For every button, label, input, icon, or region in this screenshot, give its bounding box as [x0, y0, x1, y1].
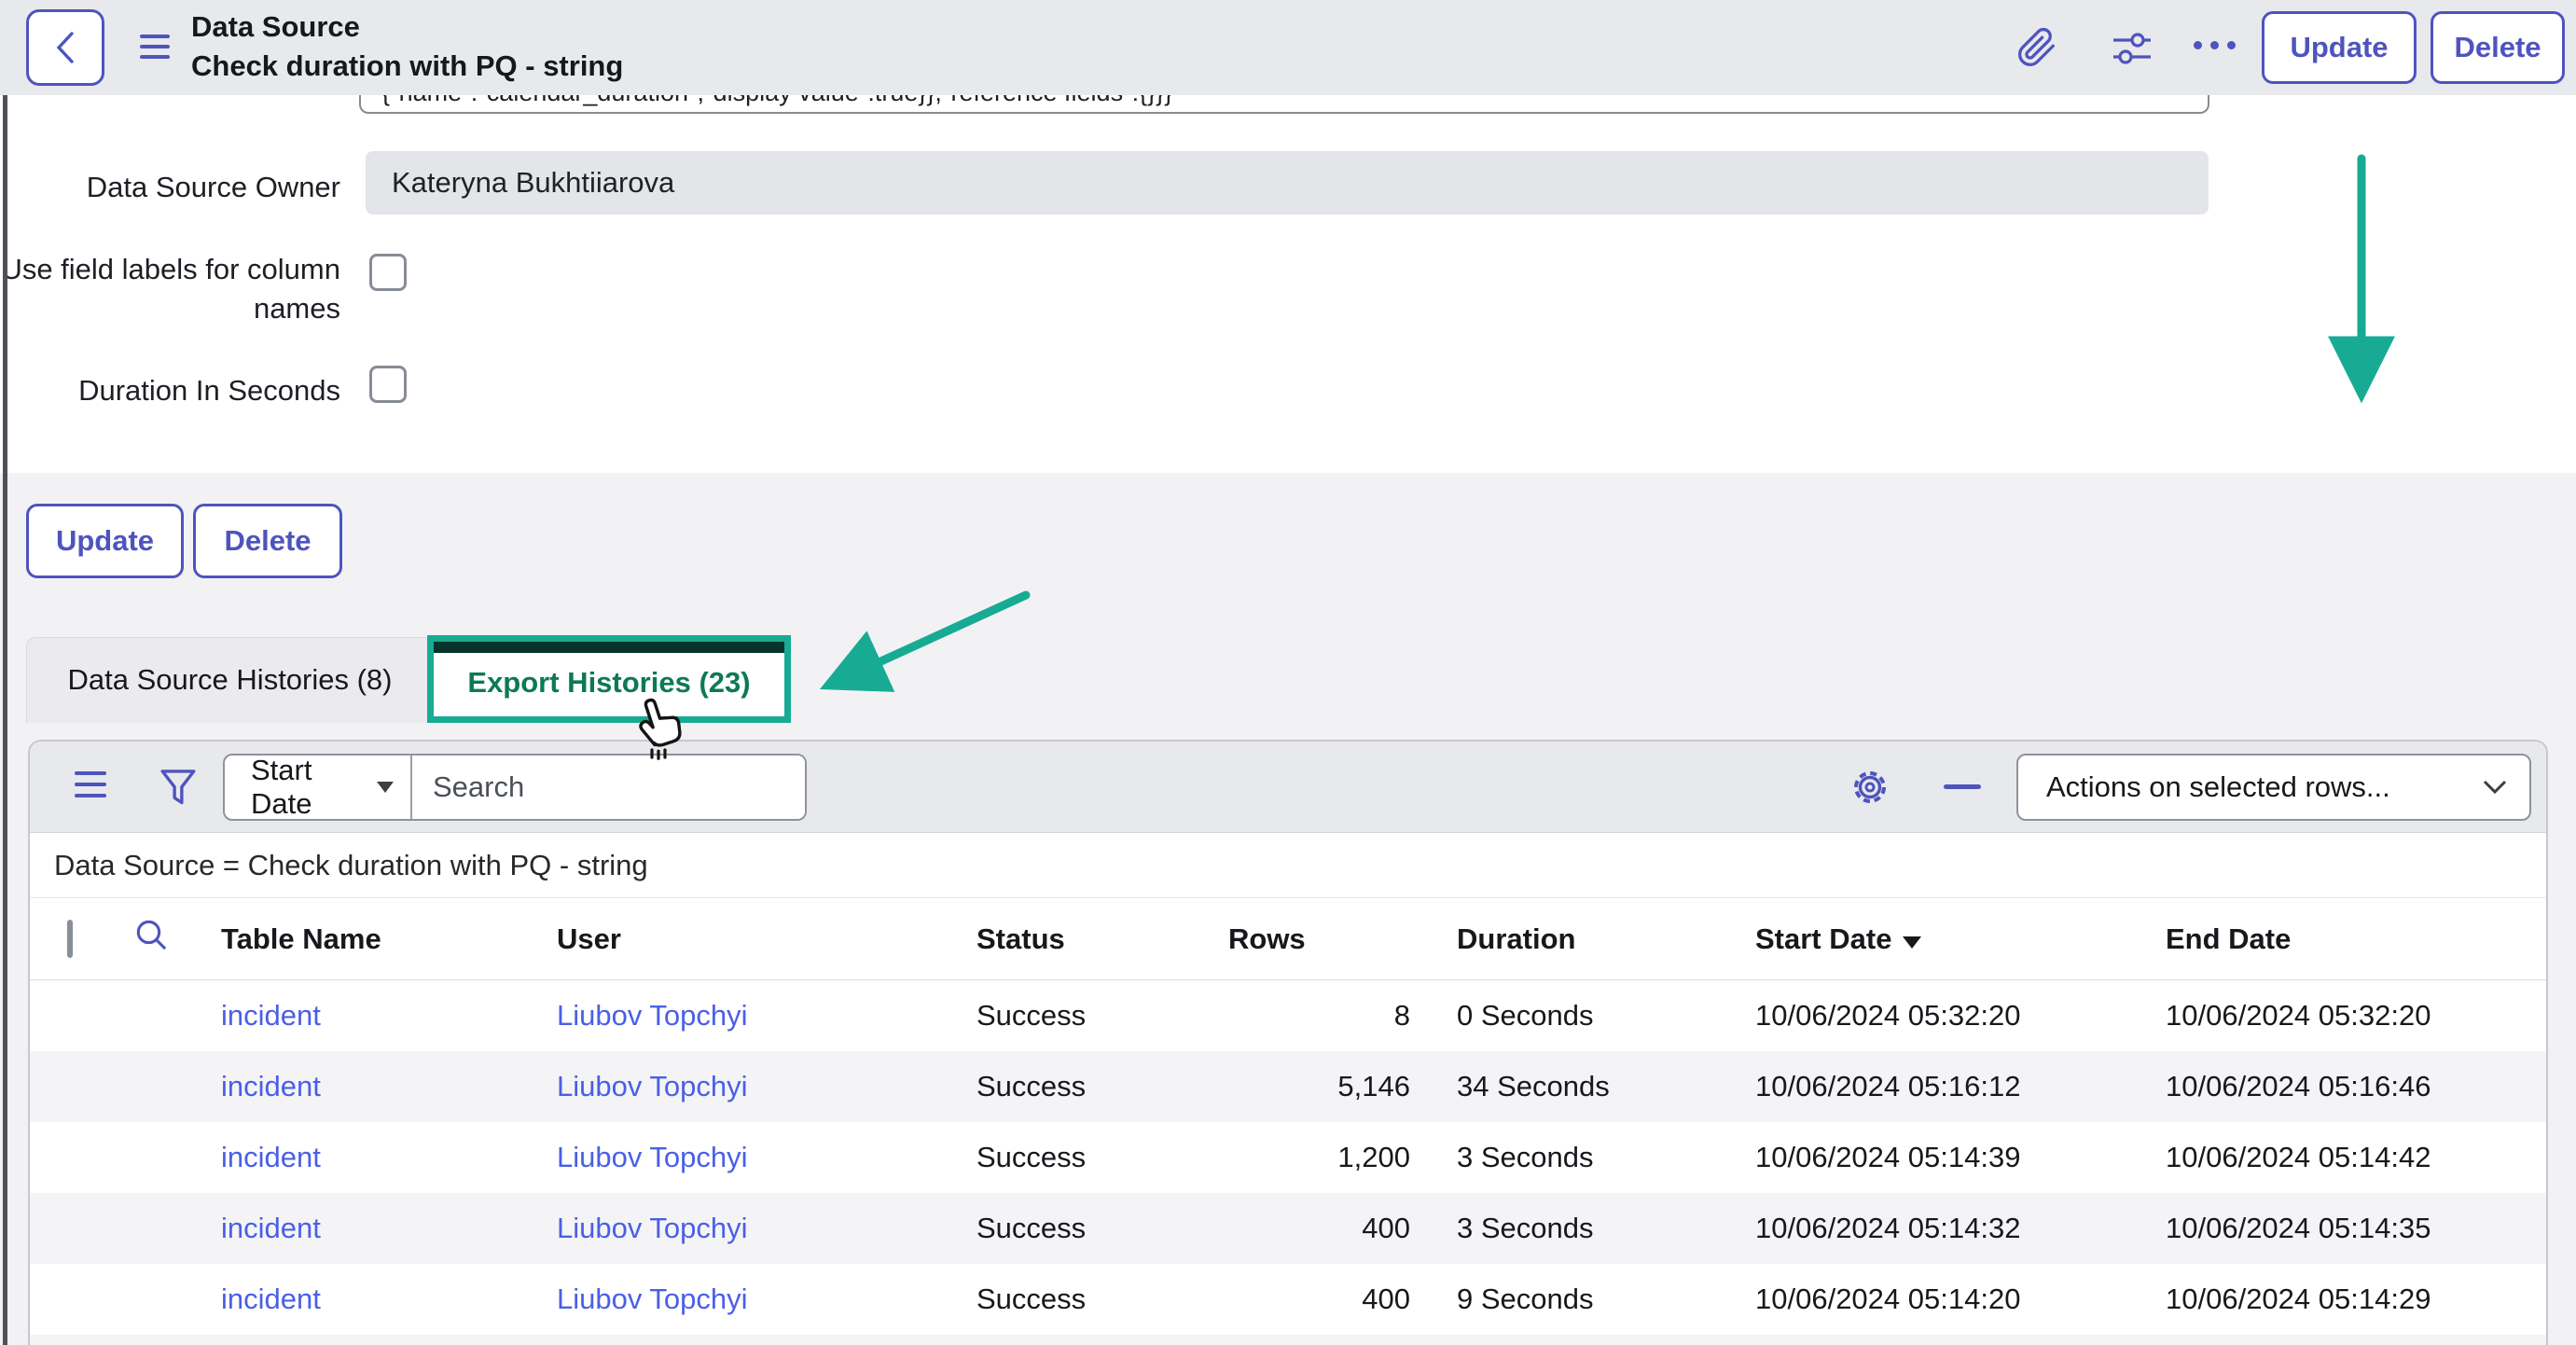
header-delete-button[interactable]: Delete: [2431, 11, 2565, 84]
end-date-cell: 10/06/2024 05:32:20: [2166, 999, 2548, 1033]
start-date-cell: 10/06/2024 05:14:39: [1755, 1141, 2166, 1174]
form-update-button[interactable]: Update: [26, 504, 184, 578]
chevron-left-icon: [49, 28, 81, 67]
list-menu-icon[interactable]: [75, 771, 106, 805]
search-field-value: Start Date: [251, 754, 377, 821]
sliders-icon[interactable]: [2110, 28, 2154, 69]
use-field-labels-label: Use field labels for column names: [0, 250, 340, 328]
script-field-text: {"name":"calendar_duration","display val…: [381, 95, 2208, 107]
table-row-partial: [30, 1335, 2546, 1345]
hamburger-menu-icon[interactable]: [140, 35, 170, 65]
rows-cell: 8: [1228, 999, 1410, 1033]
column-header-rows[interactable]: Rows: [1228, 922, 1410, 956]
duration-in-seconds-checkbox[interactable]: [369, 366, 407, 403]
table-row: incident Liubov Topchyi Success 400 3 Se…: [30, 1193, 2546, 1264]
export-histories-list: Start Date Actions on selected rows...: [28, 740, 2548, 1345]
column-header-duration[interactable]: Duration: [1410, 922, 1755, 956]
table-name-link[interactable]: incident: [221, 1141, 557, 1174]
header-update-button[interactable]: Update: [2262, 11, 2417, 84]
table-row: incident Liubov Topchyi Success 1,200 3 …: [30, 1122, 2546, 1193]
column-header-end-date[interactable]: End Date: [2166, 922, 2548, 956]
paperclip-icon[interactable]: [2016, 26, 2057, 69]
start-date-cell: 10/06/2024 05:14:20: [1755, 1283, 2166, 1316]
owner-label: Data Source Owner: [0, 168, 340, 207]
status-cell: Success: [976, 1212, 1228, 1245]
form-delete-button[interactable]: Delete: [193, 504, 342, 578]
table-name-link[interactable]: incident: [221, 999, 557, 1033]
table-header-row: Table Name User Status Rows Duration Sta…: [30, 898, 2546, 980]
user-link[interactable]: Liubov Topchyi: [557, 1070, 976, 1103]
page: {"name":"calendar_duration","display val…: [0, 0, 2576, 1345]
duration-cell: 3 Seconds: [1410, 1141, 1755, 1174]
duration-cell: 3 Seconds: [1410, 1212, 1755, 1245]
start-date-cell: 10/06/2024 05:16:12: [1755, 1070, 2166, 1103]
column-header-table-name[interactable]: Table Name: [221, 922, 557, 956]
record-type: Data Source: [191, 7, 623, 47]
rows-cell: 400: [1228, 1212, 1410, 1245]
rows-cell: 5,146: [1228, 1070, 1410, 1103]
back-button[interactable]: [26, 9, 104, 86]
end-date-cell: 10/06/2024 05:14:42: [2166, 1141, 2548, 1174]
chevron-down-icon: [2483, 780, 2507, 795]
end-date-cell: 10/06/2024 05:14:29: [2166, 1283, 2548, 1316]
status-cell: Success: [976, 1283, 1228, 1316]
tab-data-source-histories[interactable]: Data Source Histories (8): [26, 637, 434, 723]
script-field[interactable]: {"name":"calendar_duration","display val…: [359, 95, 2209, 114]
table-name-link[interactable]: incident: [221, 1212, 557, 1245]
rows-cell: 1,200: [1228, 1141, 1410, 1174]
column-header-start-date[interactable]: Start Date: [1755, 922, 2166, 956]
actions-on-selected-rows-select[interactable]: Actions on selected rows...: [2016, 754, 2531, 821]
gear-icon[interactable]: [1849, 766, 1891, 809]
table-name-link[interactable]: incident: [221, 1283, 557, 1316]
tab-export-histories[interactable]: Export Histories (23): [427, 635, 791, 723]
actions-select-value: Actions on selected rows...: [2046, 770, 2390, 804]
owner-field[interactable]: Kateryna Bukhtiiarova: [366, 151, 2209, 215]
more-actions-button[interactable]: [2194, 41, 2236, 49]
status-cell: Success: [976, 999, 1228, 1033]
table-name-link[interactable]: incident: [221, 1070, 557, 1103]
active-tab-indicator: [434, 642, 784, 653]
rows-cell: 400: [1228, 1283, 1410, 1316]
column-header-user[interactable]: User: [557, 922, 976, 956]
column-header-status[interactable]: Status: [976, 922, 1228, 956]
sort-desc-icon: [1903, 936, 1921, 949]
content-left-border: [3, 95, 7, 1345]
tab-export-histories-label: Export Histories (23): [434, 653, 784, 713]
status-cell: Success: [976, 1070, 1228, 1103]
lower-section: Update Delete Data Source Histories (8) …: [0, 473, 2576, 1345]
duration-in-seconds-label: Duration In Seconds: [0, 371, 340, 410]
form-section: {"name":"calendar_duration","display val…: [0, 95, 2576, 473]
status-cell: Success: [976, 1141, 1228, 1174]
search-field-select[interactable]: Start Date: [225, 756, 412, 819]
start-date-cell: 10/06/2024 05:32:20: [1755, 999, 2166, 1033]
record-name: Check duration with PQ - string: [191, 47, 623, 86]
table-row: incident Liubov Topchyi Success 5,146 34…: [30, 1051, 2546, 1122]
breadcrumb[interactable]: Data Source = Check duration with PQ - s…: [30, 833, 2546, 898]
list-toolbar: Start Date Actions on selected rows...: [30, 742, 2546, 833]
filter-funnel-icon[interactable]: [159, 768, 198, 809]
end-date-cell: 10/06/2024 05:16:46: [2166, 1070, 2548, 1103]
duration-cell: 0 Seconds: [1410, 999, 1755, 1033]
table-row: incident Liubov Topchyi Success 8 0 Seco…: [30, 980, 2546, 1051]
chevron-down-icon: [377, 782, 394, 793]
start-date-cell: 10/06/2024 05:14:32: [1755, 1212, 2166, 1245]
header-bar: Data Source Check duration with PQ - str…: [0, 0, 2576, 95]
search-input[interactable]: [412, 756, 805, 819]
user-link[interactable]: Liubov Topchyi: [557, 1141, 976, 1174]
end-date-cell: 10/06/2024 05:14:35: [2166, 1212, 2548, 1245]
minimize-list-icon[interactable]: [1944, 784, 1981, 789]
user-link[interactable]: Liubov Topchyi: [557, 1212, 976, 1245]
list-search-group: Start Date: [223, 754, 807, 821]
table-row: incident Liubov Topchyi Success 400 9 Se…: [30, 1264, 2546, 1335]
user-link[interactable]: Liubov Topchyi: [557, 999, 976, 1033]
duration-cell: 34 Seconds: [1410, 1070, 1755, 1103]
column-search-icon[interactable]: [133, 917, 171, 954]
select-all-checkbox[interactable]: [67, 920, 73, 958]
duration-cell: 9 Seconds: [1410, 1283, 1755, 1316]
user-link[interactable]: Liubov Topchyi: [557, 1283, 976, 1316]
page-title: Data Source Check duration with PQ - str…: [191, 7, 623, 86]
use-field-labels-checkbox[interactable]: [369, 254, 407, 291]
